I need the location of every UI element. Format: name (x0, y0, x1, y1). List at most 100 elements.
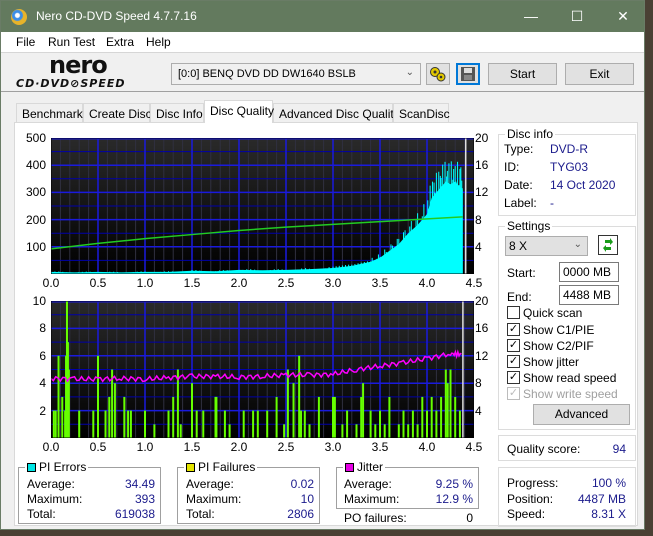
y-left-tick-label: 2 (39, 403, 46, 418)
y-left-tick-label: 200 (25, 212, 46, 227)
menu-help[interactable]: Help (146, 35, 171, 49)
chevron-down-icon: ⌄ (573, 239, 582, 250)
end-label: End: (507, 290, 532, 304)
y-right-tick-label: 4 (475, 239, 482, 254)
pi-failures-bar (54, 410, 57, 438)
x-tick-label: 4.5 (465, 440, 483, 454)
pi-failures-bar (397, 424, 400, 438)
floppy-disk-icon (461, 67, 475, 81)
pi-failures-bar (416, 424, 419, 438)
pi-failures-bar (435, 410, 438, 438)
pi-failures-bar (228, 424, 231, 438)
pi-failures-bar (308, 424, 311, 438)
tab-advanced-disc-quality[interactable]: Advanced Disc Quality (273, 103, 400, 123)
pi-failures-bar (355, 424, 358, 438)
disc-label-label: Label: (504, 196, 537, 210)
chevron-down-icon: ⌄ (405, 67, 414, 78)
quality-score-value: 94 (612, 442, 626, 456)
pi-failures-bar (108, 396, 111, 438)
disc-info-title: Disc info (505, 127, 556, 141)
x-tick-label: 0.5 (89, 440, 107, 454)
maximize-button[interactable]: ☐ (554, 1, 600, 32)
pi-failures-bar (421, 396, 424, 438)
pi-failures-bar (202, 410, 205, 438)
tab-create-disc[interactable]: Create Disc (83, 103, 152, 123)
y-right-tick-label: 16 (475, 321, 489, 336)
x-tick-label: 4.5 (465, 276, 483, 290)
x-tick-label: 0.0 (42, 440, 60, 454)
start-input[interactable]: 0000 MB (559, 262, 619, 282)
pi-failures-bar (362, 383, 365, 438)
x-tick-label: 4.0 (418, 276, 436, 290)
save-button[interactable] (456, 63, 480, 85)
close-button[interactable]: ✕ (600, 1, 646, 32)
menu-run-test[interactable]: Run Test (48, 35, 95, 49)
pi-failures-bar (292, 383, 295, 438)
disc-date-value: 14 Oct 2020 (550, 178, 616, 192)
y-right-tick-label: 8 (475, 212, 482, 227)
exit-button[interactable]: Exit (565, 63, 634, 85)
speed-select[interactable]: 8 X ⌄ (505, 236, 588, 256)
pi-failures-bar (333, 396, 336, 438)
pi-failures-maximum-value: 10 (300, 492, 314, 506)
pi-failures-bar (252, 410, 255, 438)
pi-failures-bar (78, 410, 81, 438)
pi-failures-total-label: Total: (186, 507, 215, 521)
tab-disc-info[interactable]: Disc Info (150, 103, 204, 123)
drive-select[interactable]: [0:0] BENQ DVD DD DW1640 BSLB ⌄ (171, 63, 421, 85)
pi-errors-title: PI Errors (39, 460, 87, 474)
x-tick-label: 3.0 (324, 276, 342, 290)
x-tick-label: 0.0 (42, 276, 60, 290)
tab-benchmark[interactable]: Benchmark (16, 103, 83, 123)
advanced-button[interactable]: Advanced (533, 404, 630, 425)
checkbox-box (507, 306, 520, 319)
drive-properties-button[interactable] (426, 63, 450, 85)
pi-failures-bar (444, 369, 447, 438)
pi-errors-maximum-label: Maximum: (27, 492, 83, 506)
pi-failures-bar (411, 410, 414, 438)
menu-file[interactable]: File (16, 35, 35, 49)
minimize-button[interactable]: — (508, 1, 554, 32)
pi-failures-bar (129, 410, 132, 438)
pi-failures-bar (440, 396, 443, 438)
x-tick-label: 2.0 (230, 276, 248, 290)
end-input[interactable]: 4488 MB (559, 285, 619, 305)
app-window: Nero CD-DVD Speed 4.7.7.16 — ☐ ✕ File Ru… (0, 0, 645, 530)
disc-type-value: DVD-R (550, 142, 588, 156)
y-right-tick-label: 4 (475, 403, 482, 418)
menu-extra[interactable]: Extra (106, 35, 134, 49)
pi-failures-bar (407, 424, 410, 438)
pi-failures-bar (191, 383, 193, 438)
check-icon: ✓ (507, 323, 520, 336)
pi-failures-bar (286, 369, 289, 438)
pi-failures-bar (402, 410, 405, 438)
pi-failures-bar (153, 424, 156, 438)
pi-failures-bar (317, 396, 320, 438)
start-label: Start: (507, 266, 536, 280)
refresh-speed-button[interactable] (598, 235, 618, 255)
tab-scandisc[interactable]: ScanDisc (393, 103, 450, 123)
pi-failures-bar (379, 410, 381, 438)
pi-failures-average-value: 0.02 (290, 477, 314, 491)
tab-disc-quality[interactable]: Disc Quality (204, 100, 274, 123)
pi-failures-bar (360, 396, 363, 438)
settings-title: Settings (505, 219, 553, 233)
pi-failures-bar (167, 410, 170, 438)
pi-failures-bar (332, 396, 334, 438)
window-title: Nero CD-DVD Speed 4.7.7.16 (36, 9, 197, 23)
y-right-tick-label: 20 (475, 294, 489, 308)
jitter-title: Jitter (357, 460, 384, 474)
y-right-tick-label: 16 (475, 158, 489, 173)
title-bar: Nero CD-DVD Speed 4.7.7.16 — ☐ ✕ (1, 1, 644, 32)
disc-label-value: - (550, 196, 554, 210)
x-tick-label: 1.0 (136, 276, 154, 290)
app-icon (11, 9, 27, 25)
check-icon: ✓ (507, 355, 520, 368)
pi-failures-bar (113, 383, 116, 438)
start-button[interactable]: Start (488, 63, 557, 85)
y-left-tick-label: 8 (39, 321, 46, 336)
x-tick-label: 4.0 (418, 440, 436, 454)
progress-label: Progress: (507, 476, 559, 490)
jitter-maximum-value: 12.9 % (435, 492, 473, 506)
pi-errors-average-value: 34.49 (124, 477, 155, 491)
